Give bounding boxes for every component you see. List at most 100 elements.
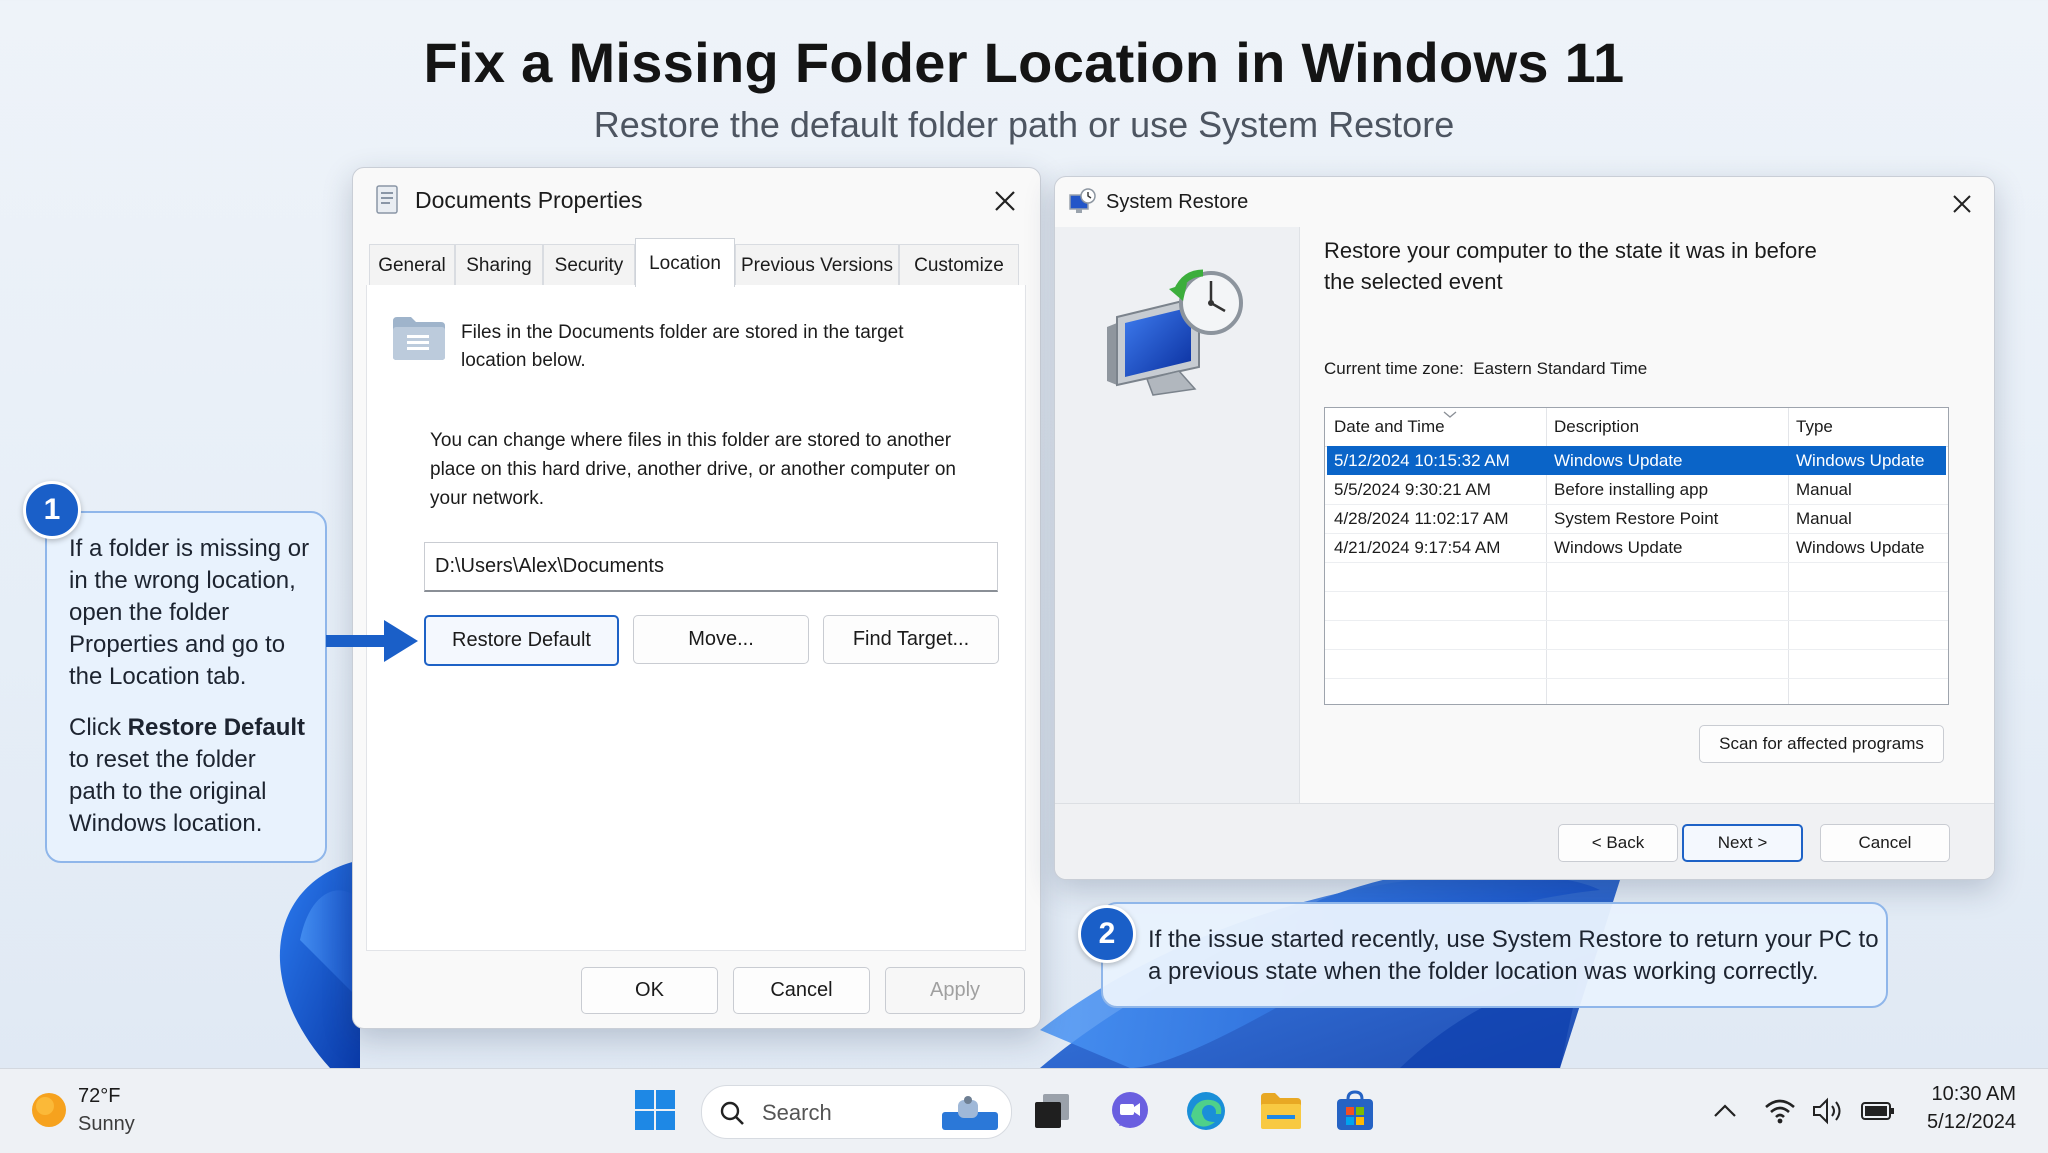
clock-time: 10:30 AM (1931, 1083, 2016, 1105)
arrow-right-icon (326, 620, 418, 662)
taskbar-search-box[interactable]: Search (701, 1085, 1012, 1139)
sun-icon (32, 1093, 66, 1127)
taskbar: 72°F Sunny Search 10:30 AM 5/12/2024 (0, 1068, 2048, 1153)
tab-security[interactable]: Security (543, 244, 635, 286)
scan-affected-programs-button[interactable]: Scan for affected programs (1699, 725, 1944, 763)
restore-window-title: System Restore (1106, 191, 1249, 213)
column-type[interactable]: Type (1796, 412, 1833, 441)
teams-chat-button[interactable] (1108, 1089, 1152, 1133)
chevron-up-icon (1714, 1104, 1736, 1117)
task-view-button[interactable] (1030, 1089, 1074, 1133)
chat-icon (1112, 1092, 1148, 1128)
ok-button[interactable]: OK (581, 967, 718, 1014)
desc-line-1: You can change where files in this folde… (430, 430, 952, 451)
callout-1-click-bold: Restore Default (127, 714, 306, 741)
search-icon (720, 1101, 744, 1125)
tab-customize[interactable]: Customize (899, 244, 1019, 286)
callout-1-line-8: Windows location. (69, 810, 263, 837)
restore-heading-line-2: the selected event (1324, 269, 1503, 294)
documents-folder-icon (393, 317, 445, 360)
intro-line-2: location below. (461, 350, 586, 371)
row-description: Before installing app (1554, 480, 1709, 499)
close-button[interactable] (990, 186, 1020, 216)
cancel-button[interactable]: Cancel (733, 967, 870, 1014)
documents-properties-window: Documents Properties General Sharing Sec… (352, 167, 1041, 1029)
intro-line-1: Files in the Documents folder are stored… (461, 322, 904, 343)
callout-1-click-prefix: Click (69, 714, 128, 741)
tab-location[interactable]: Location (635, 238, 735, 287)
folder-icon (1261, 1093, 1301, 1129)
restore-heading-line-1: Restore your computer to the state it wa… (1324, 238, 1817, 263)
edge-browser-button[interactable] (1184, 1089, 1228, 1133)
find-target-button[interactable]: Find Target... (823, 615, 999, 664)
next-button[interactable]: Next > (1682, 824, 1803, 862)
start-button[interactable] (633, 1088, 677, 1132)
tab-sharing[interactable]: Sharing (455, 244, 543, 286)
page-title: Fix a Missing Folder Location in Windows… (423, 31, 1625, 94)
store-icon (1337, 1090, 1373, 1130)
step-2-badge: 2 (1078, 905, 1136, 963)
wifi-icon (1765, 1099, 1795, 1124)
row-date: 4/28/2024 11:02:17 AM (1334, 509, 1509, 528)
restore-side-panel (1055, 227, 1300, 803)
volume-button[interactable] (1806, 1089, 1850, 1133)
close-icon (1953, 195, 1971, 213)
speaker-icon (1813, 1097, 1841, 1125)
window-title: Documents Properties (415, 187, 643, 213)
back-button[interactable]: < Back (1558, 824, 1678, 862)
timezone-value: Eastern Standard Time (1473, 359, 1648, 378)
weather-temp: 72°F (78, 1085, 121, 1107)
page-subtitle: Restore the default folder path or use S… (593, 104, 1455, 145)
task-view-icon (1035, 1094, 1069, 1128)
tab-previous-versions[interactable]: Previous Versions (735, 244, 899, 286)
store-button[interactable] (1333, 1089, 1377, 1133)
row-type: Windows Update (1796, 538, 1925, 557)
column-description[interactable]: Description (1554, 412, 1639, 441)
row-date: 5/5/2024 9:30:21 AM (1334, 480, 1491, 499)
callout-1-line-7: path to the original (69, 778, 267, 805)
callout-1-line-6: to reset the folder (69, 746, 256, 773)
folder-path-input[interactable]: D:\Users\Alex\Documents (424, 542, 998, 592)
timezone-label-text: Current time zone: (1324, 359, 1464, 378)
row-description: Windows Update (1554, 538, 1683, 557)
restore-points-table[interactable]: Date and Time Description Type 5/12/2024… (1324, 407, 1949, 705)
desc-line-2: place on this hard drive, another drive,… (430, 459, 956, 480)
callout-1-line-5: the Location tab. (69, 663, 247, 690)
row-date: 5/12/2024 10:15:32 AM (1334, 451, 1510, 470)
battery-button[interactable] (1856, 1089, 1900, 1133)
callout-1-line-3: open the folder (69, 599, 230, 626)
sort-chevron-icon (1443, 411, 1457, 418)
callout-1-line-2: in the wrong location, (69, 567, 296, 594)
windows-logo-icon (635, 1090, 675, 1130)
battery-icon (1861, 1102, 1894, 1120)
column-date-and-time[interactable]: Date and Time (1334, 412, 1445, 441)
tab-general[interactable]: General (369, 244, 455, 286)
table-header: Date and Time Description Type (1325, 408, 1948, 447)
move-button[interactable]: Move... (633, 615, 809, 664)
search-placeholder: Search (762, 1100, 832, 1125)
step-1-badge: 1 (23, 481, 81, 539)
callout-2-line-2: a previous state when the folder locatio… (1148, 958, 1819, 985)
system-restore-window: System Restore Restore your computer to … (1054, 176, 1995, 880)
show-hidden-icons-button[interactable] (1703, 1089, 1747, 1133)
restore-cancel-button[interactable]: Cancel (1820, 824, 1950, 862)
tab-strip: General Sharing Security Location Previo… (369, 238, 1021, 287)
restore-close-button[interactable] (1947, 189, 1977, 219)
callout-1-click-line: Click Restore Default (69, 712, 305, 744)
search-highlight-icon (942, 1096, 998, 1130)
row-type: Manual (1796, 509, 1852, 528)
system-restore-small-icon (1069, 188, 1096, 213)
desc-line-3: your network. (430, 488, 545, 509)
file-explorer-button[interactable] (1259, 1089, 1303, 1133)
row-description: System Restore Point (1554, 509, 1719, 528)
edge-icon (1187, 1092, 1225, 1130)
restore-default-button[interactable]: Restore Default (424, 615, 619, 666)
row-type: Windows Update (1796, 451, 1925, 470)
timezone-label: Current time zone: Eastern Standard Time (1324, 353, 1647, 384)
network-button[interactable] (1758, 1089, 1802, 1133)
callout-step-1: If a folder is missing or in the wrong l… (45, 511, 327, 863)
callout-1-line-4: Properties and go to (69, 631, 286, 658)
document-properties-icon (376, 185, 398, 214)
apply-button[interactable]: Apply (885, 967, 1025, 1014)
row-type: Manual (1796, 480, 1852, 499)
